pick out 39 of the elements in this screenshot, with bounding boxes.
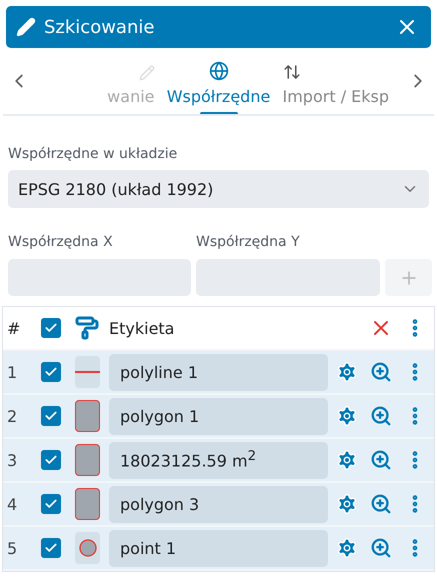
- label-field[interactable]: polygon 3: [109, 486, 328, 522]
- tab[interactable]: Współrzędne: [154, 48, 282, 114]
- line-swatch[interactable]: [75, 356, 100, 388]
- label-field[interactable]: polygon 1: [109, 398, 328, 434]
- row-number: 4: [7, 494, 18, 514]
- arrows-icon: [282, 63, 300, 81]
- row-number: 5: [7, 538, 18, 558]
- row-number: 1: [7, 362, 18, 382]
- label-field[interactable]: 18023125.59 m$^{2}$: [109, 442, 328, 478]
- pencil-icon: [138, 65, 154, 81]
- label-field[interactable]: polyline 1: [109, 354, 328, 390]
- polygon-swatch[interactable]: [75, 400, 100, 432]
- gear-icon[interactable]: [336, 537, 358, 559]
- field-label: Współrzędne w układzie: [8, 146, 178, 162]
- zoom-in-icon[interactable]: [370, 361, 392, 383]
- gear-icon[interactable]: [336, 361, 358, 383]
- field-label: Współrzędna X: [8, 234, 114, 252]
- zoom-in-icon[interactable]: [370, 537, 392, 559]
- column-header: Etykieta: [109, 318, 176, 338]
- row-number: 2: [7, 406, 18, 426]
- point-swatch[interactable]: [75, 532, 100, 564]
- pencil-icon: [16, 17, 36, 37]
- globe-icon: [208, 61, 228, 81]
- paint-roller-icon[interactable]: [75, 316, 99, 340]
- polygon-swatch[interactable]: [75, 488, 100, 520]
- gear-icon[interactable]: [336, 405, 358, 427]
- row-number: 3: [7, 450, 18, 470]
- gear-icon[interactable]: [336, 493, 358, 515]
- zoom-in-icon[interactable]: [370, 449, 392, 471]
- zoom-in-icon[interactable]: [370, 493, 392, 515]
- panel-title: Szkicowanie: [44, 16, 156, 38]
- column-header: #: [7, 318, 22, 338]
- field-label: Współrzędna Y: [196, 234, 301, 252]
- label-field[interactable]: point 1: [109, 530, 328, 566]
- tab[interactable]: Import / Eksp: [282, 48, 400, 114]
- polygon-swatch[interactable]: [75, 444, 100, 476]
- gear-icon[interactable]: [336, 449, 358, 471]
- zoom-in-icon[interactable]: [370, 405, 392, 427]
- crs-select[interactable]: EPSG 2180 (układ 1992): [8, 170, 429, 208]
